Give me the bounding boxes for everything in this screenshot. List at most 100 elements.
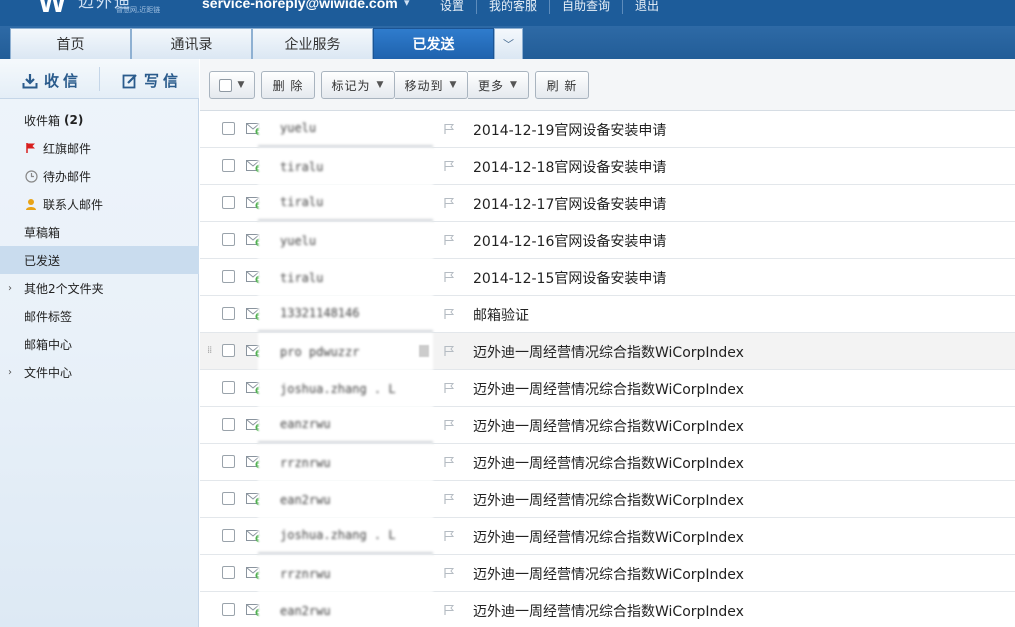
subject[interactable]: 2014-12-19官网设备安装申请 <box>473 111 666 148</box>
unread-count: (2) <box>64 113 84 127</box>
folder-mail-tags[interactable]: 邮件标签 <box>0 302 199 330</box>
subject[interactable]: 迈外迪一周经营情况综合指数WiCorpIndex <box>473 407 744 444</box>
row-checkbox[interactable] <box>222 233 235 246</box>
row-checkbox[interactable] <box>222 418 235 431</box>
chevron-down-icon[interactable]: ▾ <box>404 0 410 9</box>
folder-label: 其他2个文件夹 <box>24 281 104 296</box>
row-checkbox[interactable] <box>222 159 235 172</box>
select-all-checkbox[interactable] <box>218 78 232 92</box>
mail-row[interactable]: rrznrwu 迈外迪一周经营情况综合指数WiCorpIndex <box>200 555 1015 592</box>
mail-row[interactable]: yuelu 2014-12-16官网设备安装申请 <box>200 222 1015 259</box>
flag-icon[interactable] <box>443 493 455 505</box>
subject[interactable]: 邮箱验证 <box>473 296 529 333</box>
row-checkbox[interactable] <box>222 381 235 394</box>
mail-row[interactable]: ⁞⁞ pro pdwuzzr 迈外迪一周经营情况综合指数WiCorpIndex <box>200 333 1015 370</box>
tab-sent[interactable]: 已发送 <box>373 28 494 59</box>
folder-contact-mail[interactable]: 联系人邮件 <box>0 190 199 218</box>
folder-mail-center[interactable]: 邮箱中心 <box>0 330 199 358</box>
flag-icon[interactable] <box>443 271 455 283</box>
mail-row[interactable]: joshua.zhang . L 迈外迪一周经营情况综合指数WiCorpInde… <box>200 370 1015 407</box>
account-name[interactable]: service-noreply@wiwide.com <box>202 0 398 11</box>
chevron-right-icon[interactable]: › <box>8 283 12 294</box>
tab-home[interactable]: 首页 <box>10 28 131 59</box>
tab-enterprise-services[interactable]: 企业服务 <box>252 28 373 59</box>
mail-row[interactable]: ean2rwu 迈外迪一周经营情况综合指数WiCorpIndex <box>200 592 1015 627</box>
row-checkbox[interactable] <box>222 307 235 320</box>
subject[interactable]: 迈外迪一周经营情况综合指数WiCorpIndex <box>473 481 744 518</box>
flag-icon[interactable] <box>443 197 455 209</box>
flag-icon[interactable] <box>443 308 455 320</box>
receive-label: 收信 <box>44 72 83 90</box>
row-checkbox[interactable] <box>222 455 235 468</box>
row-checkbox[interactable] <box>222 492 235 505</box>
folder-sent[interactable]: 已发送 <box>0 246 199 274</box>
move-to-button[interactable]: 移动到 ▼ <box>395 71 468 99</box>
mail-row[interactable]: rrznrwu 迈外迪一周经营情况综合指数WiCorpIndex <box>200 444 1015 481</box>
tab-more-button[interactable]: ﹀ <box>494 28 523 59</box>
folder-file-center[interactable]: › 文件中心 <box>0 358 199 386</box>
subject[interactable]: 迈外迪一周经营情况综合指数WiCorpIndex <box>473 370 744 407</box>
compose-button[interactable]: 写信 <box>122 70 182 91</box>
subject[interactable]: 迈外迪一周经营情况综合指数WiCorpIndex <box>473 333 744 370</box>
top-link-self-service[interactable]: 自助查询 <box>549 0 622 14</box>
row-checkbox[interactable] <box>222 344 235 357</box>
refresh-button[interactable]: 刷 新 <box>535 71 589 99</box>
receive-button[interactable]: 收信 <box>22 70 82 91</box>
row-checkbox[interactable] <box>222 122 235 135</box>
flag-icon[interactable] <box>443 345 455 357</box>
row-checkbox[interactable] <box>222 270 235 283</box>
mail-row[interactable]: tiralu 2014-12-18官网设备安装申请 <box>200 148 1015 185</box>
sender: rrznrwu <box>258 555 433 592</box>
folder-label: 文件中心 <box>24 365 73 380</box>
mail-row[interactable]: joshua.zhang . L 迈外迪一周经营情况综合指数WiCorpInde… <box>200 518 1015 555</box>
chevron-right-icon[interactable]: › <box>8 367 12 378</box>
row-checkbox[interactable] <box>222 529 235 542</box>
select-all-dropdown[interactable]: ▼ <box>209 71 255 99</box>
folder-todo[interactable]: 待办邮件 <box>0 162 199 190</box>
folder-flagged[interactable]: 红旗邮件 <box>0 134 199 162</box>
folder-inbox[interactable]: 收件箱 (2) <box>0 106 199 134</box>
folder-other[interactable]: › 其他2个文件夹 <box>0 274 199 302</box>
mail-row[interactable]: tiralu 2014-12-17官网设备安装申请 <box>200 185 1015 222</box>
tab-contacts[interactable]: 通讯录 <box>131 28 252 59</box>
flag-icon[interactable] <box>443 160 455 172</box>
folder-label: 收件箱 <box>24 113 61 128</box>
more-button[interactable]: 更多 ▼ <box>468 71 529 99</box>
row-checkbox[interactable] <box>222 566 235 579</box>
flag-icon[interactable] <box>443 567 455 579</box>
flag-icon[interactable] <box>443 530 455 542</box>
folder-drafts[interactable]: 草稿箱 <box>0 218 199 246</box>
compose-label: 写信 <box>144 72 183 90</box>
mail-row[interactable]: ean2rwu 迈外迪一周经营情况综合指数WiCorpIndex <box>200 481 1015 518</box>
subject[interactable]: 迈外迪一周经营情况综合指数WiCorpIndex <box>473 518 744 555</box>
subject[interactable]: 2014-12-17官网设备安装申请 <box>473 185 666 222</box>
flag-icon[interactable] <box>443 456 455 468</box>
delete-button[interactable]: 删 除 <box>261 71 315 99</box>
sender: ean2rwu <box>258 592 433 627</box>
subject[interactable]: 迈外迪一周经营情况综合指数WiCorpIndex <box>473 555 744 592</box>
drag-handle-icon[interactable]: ⁞⁞ <box>207 345 212 356</box>
sender: ean2rwu <box>258 481 433 518</box>
flag-icon[interactable] <box>443 382 455 394</box>
subject[interactable]: 2014-12-15官网设备安装申请 <box>473 259 666 296</box>
mail-row[interactable]: eanzrwu 迈外迪一周经营情况综合指数WiCorpIndex <box>200 407 1015 444</box>
subject[interactable]: 迈外迪一周经营情况综合指数WiCorpIndex <box>473 592 744 627</box>
sidebar: 收信 写信 收件箱 (2) 红旗邮件 待办邮件 联系人邮件 草稿箱 已发送 › … <box>0 59 199 627</box>
row-checkbox[interactable] <box>222 196 235 209</box>
subject[interactable]: 2014-12-16官网设备安装申请 <box>473 222 666 259</box>
subject[interactable]: 迈外迪一周经营情况综合指数WiCorpIndex <box>473 444 744 481</box>
mail-row[interactable]: tiralu 2014-12-15官网设备安装申请 <box>200 259 1015 296</box>
mail-row[interactable]: 13321148146 邮箱验证 <box>200 296 1015 333</box>
flag-icon[interactable] <box>443 604 455 616</box>
top-link-support[interactable]: 我的客服 <box>476 0 549 14</box>
top-link-settings[interactable]: 设置 <box>428 0 476 14</box>
flag-icon[interactable] <box>443 419 455 431</box>
subject[interactable]: 2014-12-18官网设备安装申请 <box>473 148 666 185</box>
row-checkbox[interactable] <box>222 603 235 616</box>
flag-icon[interactable] <box>443 123 455 135</box>
logo[interactable]: W 迈外迪 智慧网,近距链 <box>38 0 160 19</box>
mail-row[interactable]: yuelu 2014-12-19官网设备安装申请 <box>200 111 1015 148</box>
flag-icon[interactable] <box>443 234 455 246</box>
top-link-logout[interactable]: 退出 <box>622 0 671 14</box>
mark-as-button[interactable]: 标记为 ▼ <box>321 71 395 99</box>
